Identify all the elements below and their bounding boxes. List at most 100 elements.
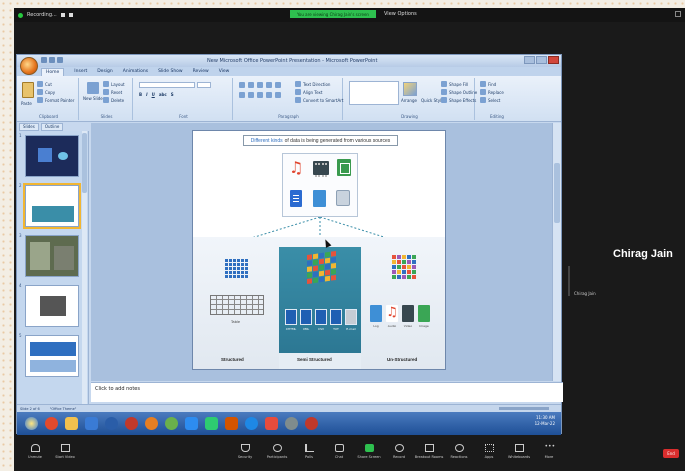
increase-indent-icon[interactable] bbox=[266, 82, 272, 88]
tab-slide-show[interactable]: Slide Show bbox=[158, 69, 183, 74]
shape-fill-button[interactable]: Shape Fill bbox=[441, 81, 468, 87]
slide-vertical-scrollbar[interactable] bbox=[552, 123, 561, 381]
zoom-slider[interactable] bbox=[499, 407, 549, 410]
shape-outline-button[interactable]: Shape Outline bbox=[441, 89, 477, 95]
unmute-button[interactable]: Unmute bbox=[22, 444, 48, 459]
taskbar-clock[interactable]: 11:30 AM 12-Mar-22 bbox=[535, 415, 555, 427]
align-left-icon[interactable] bbox=[239, 92, 245, 98]
stop-recording-icon[interactable] bbox=[68, 13, 73, 17]
view-options-button[interactable]: View Options bbox=[384, 11, 417, 17]
save-icon[interactable] bbox=[41, 57, 47, 63]
decrease-indent-icon[interactable] bbox=[257, 82, 263, 88]
shape-effects-button[interactable]: Shape Effects bbox=[441, 97, 476, 103]
apps-button[interactable]: Apps bbox=[476, 444, 502, 459]
tab-view[interactable]: View bbox=[219, 69, 230, 74]
text-direction-button[interactable]: Text Direction bbox=[295, 81, 330, 87]
app-icon[interactable] bbox=[125, 417, 138, 430]
shapes-gallery[interactable] bbox=[349, 81, 399, 105]
pause-recording-icon[interactable] bbox=[60, 13, 65, 17]
reactions-button[interactable]: Reactions bbox=[446, 444, 472, 459]
find-button[interactable]: Find bbox=[480, 81, 496, 87]
bold-button[interactable]: B bbox=[139, 92, 142, 97]
security-button[interactable]: Security bbox=[232, 444, 258, 459]
polls-button[interactable]: Polls bbox=[296, 444, 322, 459]
fullscreen-icon[interactable] bbox=[675, 11, 681, 17]
align-right-icon[interactable] bbox=[257, 92, 263, 98]
end-meeting-button[interactable]: End bbox=[663, 449, 679, 458]
delete-button[interactable]: Delete bbox=[103, 97, 124, 103]
shadow-button[interactable]: S bbox=[171, 92, 174, 97]
powerpoint-icon[interactable] bbox=[225, 417, 238, 430]
scrollbar-thumb[interactable] bbox=[554, 163, 560, 223]
tab-outline[interactable]: Outline bbox=[40, 123, 64, 131]
participant-video-panel[interactable]: Chirag Jain Chirag Jain bbox=[568, 38, 685, 436]
slide-title[interactable]: Different kinds of data is being generat… bbox=[243, 135, 398, 146]
breakout-rooms-button[interactable]: Breakout Rooms bbox=[415, 444, 443, 459]
share-screen-button[interactable]: Share Screen bbox=[356, 444, 382, 459]
tab-review[interactable]: Review bbox=[193, 69, 209, 74]
italic-button[interactable]: I bbox=[146, 92, 148, 97]
office-button[interactable] bbox=[20, 57, 38, 75]
chat-button[interactable]: Chat bbox=[326, 444, 352, 459]
record-button[interactable]: Record bbox=[386, 444, 412, 459]
align-center-icon[interactable] bbox=[248, 92, 254, 98]
arrange-icon[interactable] bbox=[403, 82, 417, 96]
tab-slides[interactable]: Slides bbox=[19, 123, 39, 131]
minimize-icon[interactable] bbox=[524, 56, 535, 64]
excel-icon[interactable] bbox=[205, 417, 218, 430]
app-icon[interactable] bbox=[85, 417, 98, 430]
redo-icon[interactable] bbox=[57, 57, 63, 63]
maximize-icon[interactable] bbox=[536, 56, 547, 64]
scrollbar-thumb[interactable] bbox=[82, 133, 87, 193]
align-text-button[interactable]: Align Text bbox=[295, 89, 322, 95]
convert-smartart-button[interactable]: Convert to SmartArt bbox=[295, 97, 343, 103]
thumbnail-scrollbar[interactable] bbox=[82, 131, 87, 405]
layout-button[interactable]: Layout bbox=[103, 81, 125, 87]
participants-button[interactable]: Participants bbox=[264, 444, 290, 459]
slide-thumbnail-5[interactable] bbox=[25, 335, 79, 377]
slide-thumbnail-3[interactable] bbox=[25, 235, 79, 277]
new-slide-button[interactable]: New Slide bbox=[83, 82, 103, 101]
app-icon[interactable] bbox=[145, 417, 158, 430]
cut-button[interactable]: Cut bbox=[37, 81, 52, 87]
tab-design[interactable]: Design bbox=[97, 69, 113, 74]
tab-animations[interactable]: Animations bbox=[123, 69, 148, 74]
replace-button[interactable]: Replace bbox=[480, 89, 504, 95]
start-video-button[interactable]: Start Video bbox=[52, 444, 78, 459]
numbering-icon[interactable] bbox=[248, 82, 254, 88]
panel-divider[interactable] bbox=[568, 266, 570, 296]
font-size-dropdown[interactable] bbox=[197, 82, 211, 88]
folder-icon[interactable] bbox=[65, 417, 78, 430]
bullets-icon[interactable] bbox=[239, 82, 245, 88]
arrange-button[interactable]: Arrange bbox=[401, 98, 417, 103]
slide-thumbnail-2[interactable] bbox=[23, 183, 81, 229]
slide-thumbnail-4[interactable] bbox=[25, 285, 79, 327]
close-icon[interactable] bbox=[548, 56, 559, 64]
chrome-icon[interactable] bbox=[45, 417, 58, 430]
current-slide[interactable]: Different kinds of data is being generat… bbox=[192, 130, 446, 370]
whiteboards-button[interactable]: Whiteboards bbox=[506, 444, 532, 459]
paste-button[interactable]: Paste bbox=[21, 101, 32, 106]
windows-start-icon[interactable] bbox=[25, 417, 38, 430]
zoom-icon[interactable] bbox=[245, 417, 258, 430]
font-name-dropdown[interactable] bbox=[139, 82, 195, 88]
justify-icon[interactable] bbox=[266, 92, 272, 98]
slide-editing-area[interactable]: Different kinds of data is being generat… bbox=[91, 123, 553, 381]
app-icon[interactable] bbox=[285, 417, 298, 430]
tab-insert[interactable]: Insert bbox=[74, 69, 87, 74]
reset-button[interactable]: Reset bbox=[103, 89, 122, 95]
undo-icon[interactable] bbox=[49, 57, 55, 63]
app-icon[interactable] bbox=[105, 417, 118, 430]
more-button[interactable]: ••• More bbox=[536, 444, 562, 460]
columns-icon[interactable] bbox=[275, 92, 281, 98]
copy-button[interactable]: Copy bbox=[37, 89, 55, 95]
app-icon[interactable] bbox=[265, 417, 278, 430]
select-button[interactable]: Select bbox=[480, 97, 500, 103]
format-painter-button[interactable]: Format Painter bbox=[37, 97, 74, 103]
app-icon[interactable] bbox=[185, 417, 198, 430]
line-spacing-icon[interactable] bbox=[275, 82, 281, 88]
notes-pane[interactable]: Click to add notes bbox=[91, 382, 563, 402]
slide-thumbnail-1[interactable] bbox=[25, 135, 79, 177]
paste-icon[interactable] bbox=[22, 82, 34, 98]
strikethrough-button[interactable]: abc bbox=[159, 92, 167, 97]
